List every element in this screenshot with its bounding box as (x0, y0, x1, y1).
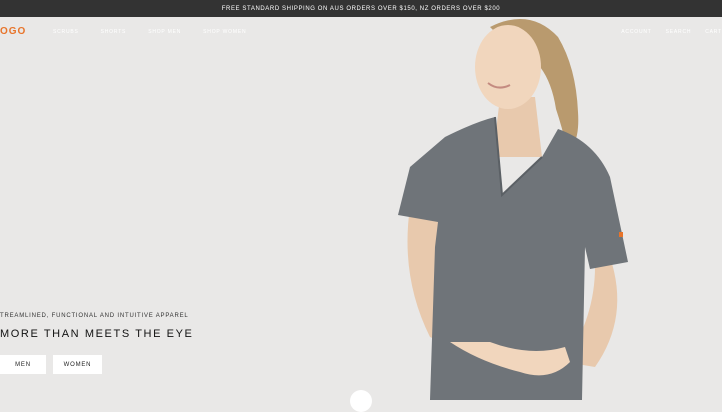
announcement-text: FREE STANDARD SHIPPING ON AUS ORDERS OVE… (221, 5, 501, 12)
brand-logo[interactable]: OGO (0, 26, 26, 37)
announcement-bar: FREE STANDARD SHIPPING ON AUS ORDERS OVE… (0, 0, 722, 17)
primary-menu: Scrubs Shorts Shop Men Shop Women (53, 29, 246, 35)
hero-tagline: TREAMLINED, FUNCTIONAL AND INTUITIVE APP… (0, 313, 189, 319)
shop-men-button[interactable]: MEN (0, 355, 46, 374)
sleeve-logo-mark (619, 232, 623, 237)
hero-headline: MORE THAN MEETS THE EYE (0, 328, 194, 340)
carousel-indicator[interactable] (350, 390, 372, 412)
nav-item-shop-men[interactable]: Shop Men (148, 29, 181, 35)
nav-item-scrubs[interactable]: Scrubs (53, 29, 79, 35)
hero-model-image (398, 19, 628, 400)
shop-women-button[interactable]: WOMEN (53, 355, 102, 374)
nav-item-shorts[interactable]: Shorts (101, 29, 127, 35)
nav-item-shop-women[interactable]: Shop Women (203, 29, 246, 35)
face-shape (475, 25, 541, 109)
